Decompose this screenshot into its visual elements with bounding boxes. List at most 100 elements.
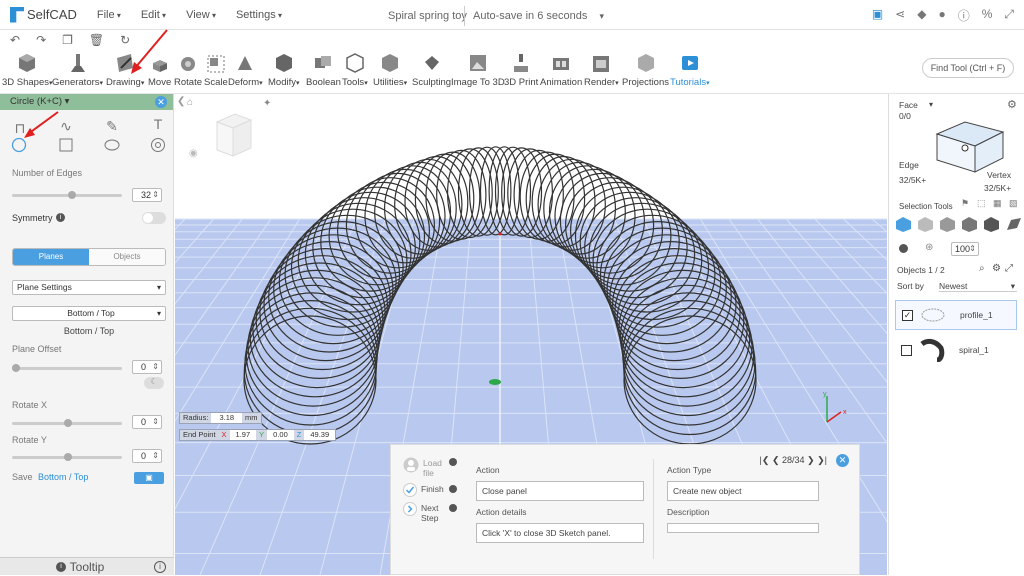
ellipse-shape-icon[interactable] — [103, 138, 121, 152]
face-label[interactable]: Face — [899, 100, 918, 110]
object-row-profile[interactable]: ✓ profile_1 — [895, 300, 1017, 330]
select-cube-icon[interactable] — [895, 216, 912, 233]
radius-value[interactable]: 3.18 — [211, 413, 243, 423]
object-checkbox[interactable] — [901, 345, 912, 356]
menu-settings[interactable]: Settings — [236, 9, 282, 21]
menu-edit[interactable]: Edit — [141, 9, 166, 21]
edges-input[interactable]: 32 — [132, 188, 162, 202]
solid-color-icon[interactable] — [899, 244, 908, 253]
copy-icon[interactable]: ❐ — [62, 33, 73, 47]
gizmo-icon[interactable]: ✦ — [263, 98, 271, 109]
tool-rotate[interactable]: Rotate — [174, 52, 202, 88]
select-paint-icon[interactable]: ▧ — [1009, 198, 1018, 209]
tool-tools[interactable]: Tools — [342, 52, 368, 88]
undo-icon[interactable]: ↶ — [10, 33, 20, 47]
rotate-y-input[interactable]: 0 — [132, 449, 162, 463]
expand-icon[interactable]: ⤢ — [1005, 263, 1013, 274]
slider-knob[interactable] — [12, 364, 20, 372]
vertex-label[interactable]: Vertex — [987, 170, 1011, 180]
tool-3d-shapes[interactable]: 3D Shapes — [2, 52, 53, 88]
sort-select[interactable]: Newest ▾ — [939, 281, 1017, 292]
plane-offset-slider[interactable] — [12, 364, 122, 372]
info-icon[interactable]: i — [56, 213, 65, 222]
pivot-marker[interactable] — [489, 379, 501, 385]
edges-slider[interactable] — [12, 191, 122, 199]
rotate-y-slider[interactable] — [12, 453, 122, 461]
save-target[interactable]: Bottom / Top — [38, 472, 88, 482]
rotate-x-slider[interactable] — [12, 419, 122, 427]
tool-deform[interactable]: Deform — [228, 52, 263, 88]
select-solid-icon[interactable] — [983, 216, 1000, 233]
text-icon[interactable]: T — [150, 116, 166, 132]
first-page-icon[interactable]: |❮ — [760, 455, 770, 465]
select-mesh-icon[interactable] — [939, 216, 956, 233]
user-icon[interactable]: ● — [938, 7, 945, 24]
tool-3d-print[interactable]: 3D Print — [504, 52, 538, 88]
next-page-icon[interactable]: ❯ — [807, 455, 815, 465]
select-loop-icon[interactable] — [961, 216, 978, 233]
tool-render[interactable]: Render — [584, 52, 619, 88]
save-icon[interactable]: ▣ — [872, 7, 883, 24]
tab-objects[interactable]: Objects — [89, 249, 165, 265]
tool-modify[interactable]: Modify — [268, 52, 300, 88]
tool-scale[interactable]: Scale — [204, 52, 228, 88]
info-icon[interactable] — [449, 504, 457, 512]
home-icon[interactable]: ⌂ — [187, 97, 193, 108]
slider-knob[interactable] — [64, 419, 72, 427]
slider-knob[interactable] — [68, 191, 76, 199]
redo-icon[interactable]: ↷ — [36, 33, 46, 47]
info-icon[interactable] — [449, 458, 457, 466]
slider-knob[interactable] — [64, 453, 72, 461]
document-title[interactable]: Spiral spring toy — [388, 10, 467, 22]
fullscreen-icon[interactable]: ⤢ — [1004, 7, 1014, 24]
select-plane-icon[interactable] — [1005, 216, 1022, 233]
find-tool-button[interactable]: Find Tool (Ctrl + F) — [922, 58, 1014, 78]
menu-file[interactable]: File — [97, 9, 121, 21]
tool-sculpting[interactable]: Sculpting — [412, 52, 451, 88]
select-all-icon[interactable]: ▦ — [993, 198, 1002, 209]
share-icon[interactable]: ⋖ — [895, 7, 905, 24]
x-value[interactable]: 1.97 — [229, 430, 257, 440]
menu-view[interactable]: View — [186, 9, 216, 21]
edge-label[interactable]: Edge — [899, 160, 919, 170]
symmetry-toggle[interactable] — [142, 212, 166, 224]
plane-offset-input[interactable]: 0 — [132, 360, 162, 374]
next-icon[interactable] — [403, 502, 417, 516]
action-field[interactable]: Close panel — [476, 481, 644, 501]
settings-icon[interactable]: ⚙ — [992, 263, 1001, 274]
pen-icon[interactable]: ✎ — [104, 118, 120, 134]
flag-icon[interactable]: ⚑ — [961, 198, 969, 209]
step-next[interactable]: Next Step — [421, 503, 445, 523]
y-value[interactable]: 0.00 — [267, 430, 294, 440]
selfcad-logo[interactable]: SelfCAD — [10, 6, 77, 23]
description-field[interactable] — [667, 523, 819, 533]
search-icon[interactable]: ⌕ — [979, 263, 985, 274]
save-plane-button[interactable]: ▣ — [134, 472, 164, 484]
tool-image-to-3d[interactable]: Image To 3D — [451, 52, 505, 88]
tooltip-bar[interactable]: i Tooltip i — [0, 557, 174, 575]
chevron-left-icon[interactable]: ❮ — [177, 96, 185, 107]
ring-shape-icon[interactable] — [150, 137, 166, 153]
plane-settings-select[interactable]: Plane Settings — [12, 280, 166, 295]
info-icon[interactable] — [449, 485, 457, 493]
wireframe-icon[interactable]: ⊛ — [925, 242, 933, 253]
tool-animation[interactable]: Animation — [540, 52, 582, 88]
delete-icon[interactable]: 🗑 — [89, 33, 104, 47]
moon-icon[interactable]: ☾ — [144, 377, 164, 389]
info-icon[interactable]: i — [154, 561, 166, 573]
object-checkbox[interactable]: ✓ — [902, 310, 913, 321]
close-icon[interactable]: ✕ — [155, 96, 167, 108]
tool-generators[interactable]: Generators — [52, 52, 103, 88]
light-icon[interactable]: ◉ — [189, 148, 198, 159]
autosave-dropdown[interactable]: Auto-save in 6 seconds — [464, 6, 604, 26]
z-value[interactable]: 49.39 — [304, 430, 336, 440]
view-cube-icon[interactable] — [215, 113, 253, 157]
plane-select[interactable]: Bottom / Top — [12, 306, 166, 321]
percent-icon[interactable]: % — [982, 7, 993, 24]
close-icon[interactable]: ✕ — [836, 454, 849, 467]
rotate-x-input[interactable]: 0 — [132, 415, 162, 429]
prev-page-icon[interactable]: ❮ — [772, 455, 780, 465]
tool-projections[interactable]: Projections — [622, 52, 669, 88]
action-details-field[interactable]: Click 'X' to close 3D Sketch panel. — [476, 523, 644, 543]
tab-planes[interactable]: Planes — [13, 249, 89, 265]
